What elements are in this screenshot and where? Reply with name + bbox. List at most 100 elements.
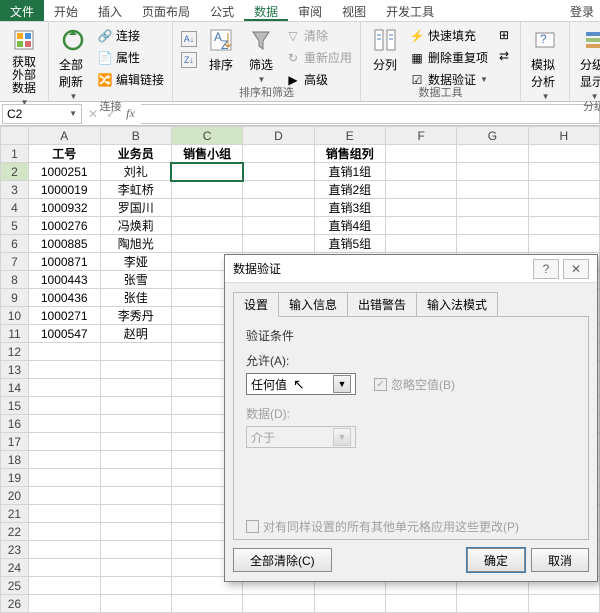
row-header[interactable]: 2 bbox=[1, 163, 29, 181]
cell[interactable] bbox=[457, 163, 528, 181]
cell[interactable] bbox=[171, 235, 242, 253]
cell[interactable] bbox=[243, 181, 314, 199]
cell[interactable] bbox=[528, 181, 599, 199]
cell[interactable] bbox=[100, 469, 171, 487]
row-header[interactable]: 4 bbox=[1, 199, 29, 217]
column-header[interactable]: D bbox=[243, 127, 314, 145]
ok-button[interactable]: 确定 bbox=[467, 548, 525, 572]
cell[interactable] bbox=[100, 523, 171, 541]
row-header[interactable]: 1 bbox=[1, 145, 29, 163]
cell[interactable] bbox=[385, 145, 456, 163]
cell[interactable] bbox=[457, 181, 528, 199]
cell[interactable] bbox=[100, 415, 171, 433]
cell[interactable] bbox=[100, 343, 171, 361]
cell[interactable] bbox=[28, 595, 100, 613]
row-header[interactable]: 9 bbox=[1, 289, 29, 307]
row-header[interactable]: 7 bbox=[1, 253, 29, 271]
cell[interactable] bbox=[28, 523, 100, 541]
cell[interactable]: 1000932 bbox=[28, 199, 100, 217]
cell[interactable]: 直销1组 bbox=[314, 163, 385, 181]
cell[interactable]: 1000871 bbox=[28, 253, 100, 271]
dialog-tab-ime-mode[interactable]: 输入法模式 bbox=[416, 292, 498, 317]
cell[interactable]: 工号 bbox=[28, 145, 100, 163]
cell[interactable] bbox=[100, 505, 171, 523]
cell[interactable] bbox=[385, 163, 456, 181]
cell[interactable] bbox=[28, 433, 100, 451]
connections-button[interactable]: 🔗连接 bbox=[95, 26, 166, 45]
remove-duplicates-button[interactable]: ▦删除重复项 bbox=[407, 48, 490, 67]
close-button[interactable]: ✕ bbox=[563, 259, 589, 279]
refresh-all-button[interactable]: 全部刷新 ▼ bbox=[55, 24, 91, 103]
get-external-data-button[interactable]: 获取 外部数据 ▼ bbox=[6, 24, 42, 109]
cell[interactable] bbox=[28, 379, 100, 397]
cell[interactable] bbox=[100, 379, 171, 397]
column-header[interactable]: G bbox=[457, 127, 528, 145]
cell[interactable] bbox=[28, 361, 100, 379]
login-link[interactable]: 登录 bbox=[564, 0, 600, 21]
cell[interactable] bbox=[171, 595, 242, 613]
cell[interactable]: 陶旭光 bbox=[100, 235, 171, 253]
edit-links-button[interactable]: 🔀编辑链接 bbox=[95, 70, 166, 89]
cell[interactable]: 直销5组 bbox=[314, 235, 385, 253]
cell[interactable] bbox=[528, 235, 599, 253]
cell[interactable]: 1000276 bbox=[28, 217, 100, 235]
column-header[interactable]: B bbox=[100, 127, 171, 145]
cell[interactable] bbox=[457, 145, 528, 163]
column-header[interactable]: C bbox=[171, 127, 242, 145]
cell[interactable] bbox=[100, 397, 171, 415]
allow-combobox[interactable]: 任何值 ↖ ▼ bbox=[246, 373, 356, 395]
tab-review[interactable]: 审阅 bbox=[288, 0, 332, 21]
text-to-columns-button[interactable]: 分列 bbox=[367, 24, 403, 75]
row-header[interactable]: 25 bbox=[1, 577, 29, 595]
cell[interactable]: 销售组列 bbox=[314, 145, 385, 163]
tab-home[interactable]: 开始 bbox=[44, 0, 88, 21]
cell[interactable] bbox=[243, 235, 314, 253]
cell[interactable] bbox=[28, 487, 100, 505]
column-header[interactable]: E bbox=[314, 127, 385, 145]
cell[interactable] bbox=[385, 235, 456, 253]
cell[interactable] bbox=[100, 433, 171, 451]
row-header[interactable]: 20 bbox=[1, 487, 29, 505]
row-header[interactable]: 16 bbox=[1, 415, 29, 433]
tab-formulas[interactable]: 公式 bbox=[200, 0, 244, 21]
select-all-corner[interactable] bbox=[1, 127, 29, 145]
row-header[interactable]: 5 bbox=[1, 217, 29, 235]
cell[interactable] bbox=[385, 181, 456, 199]
tab-file[interactable]: 文件 bbox=[0, 0, 44, 21]
cell[interactable]: 1000019 bbox=[28, 181, 100, 199]
cell[interactable] bbox=[100, 487, 171, 505]
row-header[interactable]: 3 bbox=[1, 181, 29, 199]
cell[interactable]: 直销2组 bbox=[314, 181, 385, 199]
consolidate-button[interactable]: ⊞ bbox=[494, 26, 514, 44]
cell[interactable]: 1000547 bbox=[28, 325, 100, 343]
cell[interactable] bbox=[528, 595, 599, 613]
row-header[interactable]: 12 bbox=[1, 343, 29, 361]
reapply-button[interactable]: ↻重新应用 bbox=[283, 48, 354, 67]
outline-button[interactable]: 分级显示 ▼ bbox=[576, 24, 600, 103]
cell[interactable] bbox=[528, 163, 599, 181]
row-header[interactable]: 18 bbox=[1, 451, 29, 469]
row-header[interactable]: 21 bbox=[1, 505, 29, 523]
cell[interactable] bbox=[385, 595, 456, 613]
clear-all-button[interactable]: 全部清除(C) bbox=[233, 548, 332, 572]
row-header[interactable]: 14 bbox=[1, 379, 29, 397]
column-header[interactable]: H bbox=[528, 127, 599, 145]
cell[interactable] bbox=[28, 541, 100, 559]
row-header[interactable]: 10 bbox=[1, 307, 29, 325]
cell[interactable] bbox=[100, 559, 171, 577]
dialog-tab-settings[interactable]: 设置 bbox=[233, 292, 279, 317]
row-header[interactable]: 17 bbox=[1, 433, 29, 451]
cell[interactable]: 1000436 bbox=[28, 289, 100, 307]
cell[interactable] bbox=[457, 235, 528, 253]
cell[interactable]: 1000251 bbox=[28, 163, 100, 181]
row-header[interactable]: 15 bbox=[1, 397, 29, 415]
cell[interactable]: 李娅 bbox=[100, 253, 171, 271]
cell[interactable] bbox=[457, 217, 528, 235]
row-header[interactable]: 19 bbox=[1, 469, 29, 487]
cell[interactable] bbox=[171, 163, 242, 181]
cell[interactable]: 1000271 bbox=[28, 307, 100, 325]
cell[interactable]: 张佳 bbox=[100, 289, 171, 307]
cell[interactable] bbox=[28, 397, 100, 415]
cell[interactable]: 业务员 bbox=[100, 145, 171, 163]
cell[interactable]: 直销4组 bbox=[314, 217, 385, 235]
